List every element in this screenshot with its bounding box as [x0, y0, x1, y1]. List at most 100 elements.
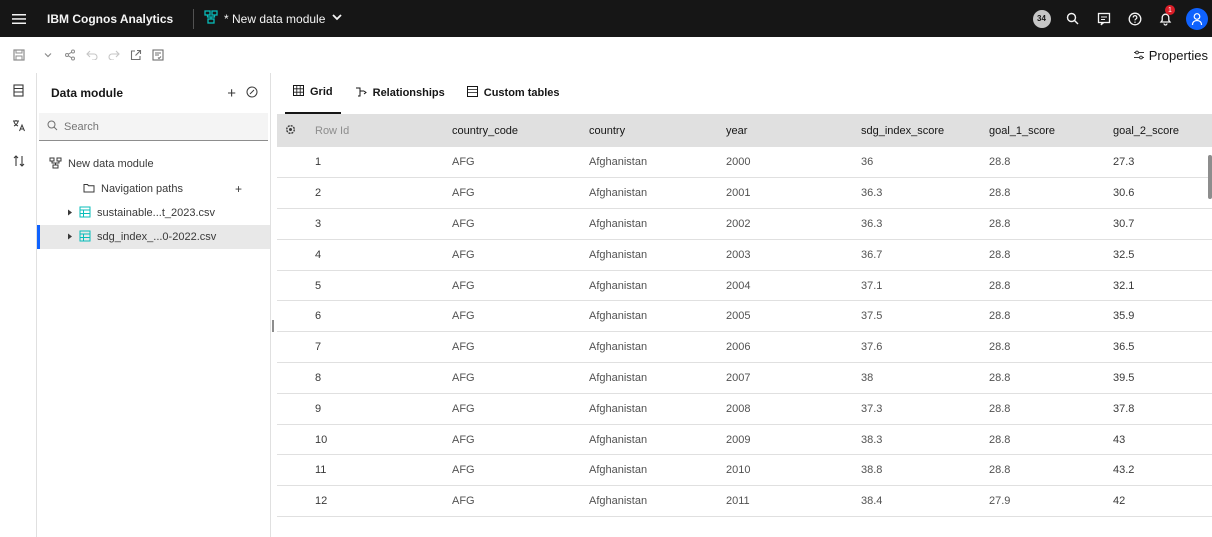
cell-year[interactable]: 2000 — [718, 147, 853, 178]
cell-year[interactable]: 2003 — [718, 239, 853, 270]
cell-goal-2-score[interactable]: 36.5 — [1105, 332, 1212, 363]
tab-grid[interactable]: Grid — [285, 72, 341, 114]
column-header-country-code[interactable]: country_code — [444, 115, 581, 147]
caret-right-icon[interactable] — [67, 207, 73, 219]
cell-country-code[interactable]: AFG — [444, 332, 581, 363]
cell-sdg-index-score[interactable]: 38.3 — [853, 424, 981, 455]
grid-settings-cell[interactable] — [277, 115, 307, 147]
column-header-year[interactable]: year — [718, 115, 853, 147]
cell-goal-2-score[interactable]: 37.8 — [1105, 393, 1212, 424]
cell-goal-2-score[interactable]: 30.7 — [1105, 209, 1212, 240]
table-row[interactable]: 4 AFG Afghanistan 2003 36.7 28.8 32.5 — [277, 239, 1212, 271]
cell-row-id[interactable]: 9 — [307, 393, 444, 424]
table-row[interactable]: 2 AFG Afghanistan 2001 36.3 28.8 30.6 — [277, 178, 1212, 209]
add-source-icon[interactable]: + — [227, 85, 236, 102]
cell-row-id[interactable]: 11 — [307, 455, 444, 486]
cell-goal-1-score[interactable]: 28.8 — [981, 332, 1105, 363]
share-icon[interactable] — [59, 37, 81, 73]
user-profile[interactable] — [1181, 0, 1212, 37]
users-online-indicator[interactable]: 34 — [1026, 0, 1057, 37]
cell-goal-2-score[interactable]: 42 — [1105, 486, 1212, 517]
sort-icon[interactable] — [0, 143, 37, 178]
cell-row-id[interactable]: 6 — [307, 301, 444, 332]
tab-custom-tables[interactable]: Custom tables — [459, 72, 568, 114]
panel-resize-handle[interactable] — [272, 320, 274, 332]
cell-country-code[interactable]: AFG — [444, 270, 581, 301]
column-header-country[interactable]: country — [581, 115, 718, 147]
cell-year[interactable]: 2009 — [718, 424, 853, 455]
tab-relationships[interactable]: Relationships — [347, 72, 453, 114]
cell-year[interactable]: 2011 — [718, 486, 853, 517]
cell-goal-1-score[interactable]: 28.8 — [981, 209, 1105, 240]
table-row[interactable]: 5 AFG Afghanistan 2004 37.1 28.8 32.1 — [277, 270, 1212, 301]
search-icon[interactable] — [1057, 0, 1088, 37]
vertical-scrollbar[interactable] — [1208, 155, 1212, 199]
cell-country[interactable]: Afghanistan — [581, 270, 718, 301]
column-header-sdg-index-score[interactable]: sdg_index_score — [853, 115, 981, 147]
chat-icon[interactable] — [1088, 0, 1119, 37]
cell-goal-2-score[interactable]: 32.1 — [1105, 270, 1212, 301]
cell-year[interactable]: 2005 — [718, 301, 853, 332]
cell-goal-1-score[interactable]: 28.8 — [981, 178, 1105, 209]
cell-country[interactable]: Afghanistan — [581, 332, 718, 363]
cell-goal-2-score[interactable]: 35.9 — [1105, 301, 1212, 332]
cell-year[interactable]: 2008 — [718, 393, 853, 424]
column-header-goal-1-score[interactable]: goal_1_score — [981, 115, 1105, 147]
chevron-down-icon[interactable] — [331, 11, 343, 26]
cell-country-code[interactable]: AFG — [444, 424, 581, 455]
cell-sdg-index-score[interactable]: 36.3 — [853, 209, 981, 240]
module-tab[interactable]: * New data module — [204, 10, 343, 27]
undo-icon[interactable] — [81, 37, 103, 73]
cell-country-code[interactable]: AFG — [444, 239, 581, 270]
gear-icon[interactable] — [285, 124, 296, 135]
cell-row-id[interactable]: 3 — [307, 209, 444, 240]
cell-goal-1-score[interactable]: 28.8 — [981, 301, 1105, 332]
cell-country[interactable]: Afghanistan — [581, 178, 718, 209]
hamburger-menu-icon[interactable] — [0, 0, 37, 37]
translation-icon[interactable] — [0, 108, 37, 143]
cell-year[interactable]: 2001 — [718, 178, 853, 209]
cell-row-id[interactable]: 5 — [307, 270, 444, 301]
table-row[interactable]: 1 AFG Afghanistan 2000 36 28.8 27.3 — [277, 147, 1212, 178]
cell-goal-1-score[interactable]: 28.8 — [981, 363, 1105, 394]
cell-goal-1-score[interactable]: 27.9 — [981, 486, 1105, 517]
notifications-icon[interactable]: 1 — [1150, 0, 1181, 37]
add-navigation-path-icon[interactable]: + — [235, 182, 242, 196]
cell-country-code[interactable]: AFG — [444, 363, 581, 394]
cell-country[interactable]: Afghanistan — [581, 393, 718, 424]
cell-country-code[interactable]: AFG — [444, 147, 581, 178]
relink-icon[interactable] — [246, 86, 258, 101]
help-icon[interactable] — [1119, 0, 1150, 37]
cell-goal-1-score[interactable]: 28.8 — [981, 424, 1105, 455]
cell-goal-1-score[interactable]: 28.8 — [981, 393, 1105, 424]
data-module-panel-icon[interactable] — [0, 73, 37, 108]
cell-row-id[interactable]: 10 — [307, 424, 444, 455]
cell-goal-1-score[interactable]: 28.8 — [981, 270, 1105, 301]
app-title[interactable]: IBM Cognos Analytics — [37, 12, 189, 26]
column-header-goal-2-score[interactable]: goal_2_score — [1105, 115, 1212, 147]
properties-button[interactable]: Properties — [1133, 37, 1208, 73]
table-row[interactable]: 8 AFG Afghanistan 2007 38 28.8 39.5 — [277, 363, 1212, 394]
cell-sdg-index-score[interactable]: 38 — [853, 363, 981, 394]
cell-goal-2-score[interactable]: 30.6 — [1105, 178, 1212, 209]
cell-country[interactable]: Afghanistan — [581, 209, 718, 240]
cell-country-code[interactable]: AFG — [444, 393, 581, 424]
table-row[interactable]: 3 AFG Afghanistan 2002 36.3 28.8 30.7 — [277, 209, 1212, 240]
cell-sdg-index-score[interactable]: 38.4 — [853, 486, 981, 517]
cell-country[interactable]: Afghanistan — [581, 424, 718, 455]
cell-goal-2-score[interactable]: 43 — [1105, 424, 1212, 455]
cell-row-id[interactable]: 1 — [307, 147, 444, 178]
search-box[interactable] — [39, 113, 268, 141]
table-row[interactable]: 12 AFG Afghanistan 2011 38.4 27.9 42 — [277, 486, 1212, 517]
caret-right-icon[interactable] — [67, 231, 73, 243]
cell-goal-1-score[interactable]: 28.8 — [981, 147, 1105, 178]
cell-sdg-index-score[interactable]: 36.3 — [853, 178, 981, 209]
cell-sdg-index-score[interactable]: 36.7 — [853, 239, 981, 270]
table-row[interactable]: 9 AFG Afghanistan 2008 37.3 28.8 37.8 — [277, 393, 1212, 425]
cell-country[interactable]: Afghanistan — [581, 239, 718, 270]
cell-row-id[interactable]: 2 — [307, 178, 444, 209]
cell-country-code[interactable]: AFG — [444, 301, 581, 332]
cell-year[interactable]: 2002 — [718, 209, 853, 240]
cell-year[interactable]: 2006 — [718, 332, 853, 363]
tree-root-node[interactable]: New data module — [37, 151, 270, 177]
